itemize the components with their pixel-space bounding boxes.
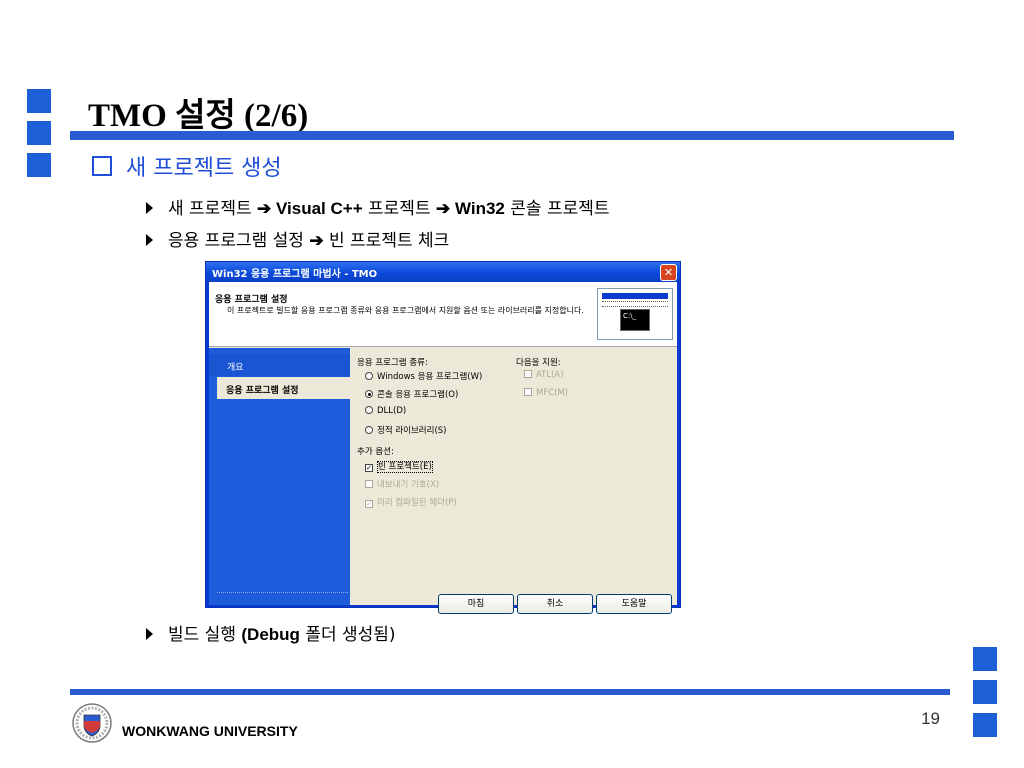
triangle-bullet-icon bbox=[146, 202, 153, 214]
help-button[interactable]: 도움말 bbox=[596, 594, 672, 614]
dialog-body: 응용 프로그램 설정 이 프로젝트로 빌드할 응용 프로그램 종류와 응용 프로… bbox=[209, 282, 677, 614]
nav-item-label: 응용 프로그램 설정 bbox=[226, 386, 299, 396]
checkbox-icon bbox=[524, 388, 532, 396]
bullet-item: 빌드 실행 (Debug 폴더 생성됨) bbox=[146, 620, 396, 645]
radio-dll[interactable]: DLL(D) bbox=[365, 406, 406, 416]
checkbox-label: 빈 프로젝트(E) bbox=[377, 461, 433, 473]
wizard-dialog: Win32 응용 프로그램 마법사 - TMO ✕ 응용 프로그램 설정 이 프… bbox=[205, 261, 681, 614]
finish-button[interactable]: 마침 bbox=[438, 594, 514, 614]
settings-pane: 응용 프로그램 종류: Windows 응용 프로그램(W) 콘솔 응용 프로그… bbox=[350, 348, 677, 614]
checkmark-icon: ✓ bbox=[365, 464, 373, 472]
arrow-icon: ➔ bbox=[309, 231, 324, 250]
checkbox-empty-project[interactable]: ✓ 빈 프로젝트(E) bbox=[365, 460, 433, 473]
bullet-text: 빈 프로젝트 체크 bbox=[323, 231, 450, 251]
radio-windows-app[interactable]: Windows 응용 프로그램(W) bbox=[365, 370, 482, 382]
deco-square-right-1 bbox=[973, 647, 997, 671]
console-window-icon: C:\_ bbox=[597, 288, 673, 340]
app-type-label: 응용 프로그램 종류: bbox=[357, 358, 428, 368]
radio-console-app[interactable]: 콘솔 응용 프로그램(O) bbox=[365, 388, 458, 400]
checkbox-label: MFC(M) bbox=[536, 388, 569, 398]
deco-square-left-2 bbox=[27, 121, 51, 145]
slide-title: TMO 설정 (2/6) bbox=[88, 98, 309, 134]
radio-static-lib[interactable]: 정적 라이브러리(S) bbox=[365, 424, 446, 436]
bullet-text: 응용 프로그램 설정 bbox=[168, 231, 310, 251]
checkbox-icon bbox=[524, 370, 532, 378]
radio-label: 콘솔 응용 프로그램(O) bbox=[377, 390, 459, 400]
close-icon[interactable]: ✕ bbox=[660, 264, 677, 281]
bullet-text: 폴더 생성됨) bbox=[299, 625, 396, 645]
support-label: 다음을 지원: bbox=[516, 358, 561, 368]
checkmark-icon: ✓ bbox=[365, 500, 373, 508]
checkbox-mfc[interactable]: MFC(M) bbox=[524, 388, 568, 398]
nav-item-label: 개요 bbox=[227, 363, 244, 373]
header-title: 응용 프로그램 설정 bbox=[215, 295, 288, 305]
console-icon-text: C:\_ bbox=[620, 309, 650, 331]
footer-rule bbox=[70, 689, 950, 695]
title-rule bbox=[70, 131, 954, 140]
bullet-text: 새 프로젝트 bbox=[168, 199, 258, 219]
deco-square-right-2 bbox=[973, 680, 997, 704]
bullet-bold-text: (Debug bbox=[241, 625, 300, 644]
bullet-item: 새 프로젝트 ➔ Visual C++ 프로젝트 ➔ Win32 콘솔 프로젝트 bbox=[146, 194, 610, 219]
section-heading-text: 새 프로젝트 생성 bbox=[126, 156, 282, 181]
bullet-item: 응용 프로그램 설정 ➔ 빈 프로젝트 체크 bbox=[146, 226, 449, 251]
footer-university-name: WONKWANG UNIVERSITY bbox=[122, 723, 298, 739]
checkbox-label: ATL(A) bbox=[536, 370, 564, 380]
dialog-titlebar[interactable]: Win32 응용 프로그램 마법사 - TMO ✕ bbox=[206, 262, 680, 282]
checkbox-icon bbox=[365, 480, 373, 488]
deco-square-right-3 bbox=[973, 713, 997, 737]
checkbox-bullet-icon bbox=[92, 156, 112, 176]
header-description: 이 프로젝트로 빌드할 응용 프로그램 종류와 응용 프로그램에서 지원할 옵션… bbox=[227, 306, 584, 315]
wizard-nav: 개요 응용 프로그램 설정 bbox=[209, 348, 350, 605]
bullet-text: 빌드 실행 bbox=[168, 625, 242, 645]
nav-item-overview[interactable]: 개요 bbox=[209, 354, 350, 376]
triangle-bullet-icon bbox=[146, 628, 153, 640]
radio-label: DLL(D) bbox=[377, 406, 407, 416]
deco-square-left-1 bbox=[27, 89, 51, 113]
checkbox-label: 내보내기 기호(X) bbox=[377, 480, 440, 490]
nav-item-app-settings[interactable]: 응용 프로그램 설정 bbox=[217, 377, 350, 399]
university-logo-icon bbox=[72, 703, 112, 743]
bullet-text: 프로젝트 bbox=[362, 199, 436, 219]
page-number: 19 bbox=[921, 709, 940, 728]
checkbox-precompiled-header[interactable]: ✓ 미리 컴파일된 헤더(P) bbox=[365, 496, 457, 508]
nav-divider bbox=[217, 592, 348, 601]
extra-options-label: 추가 옵션: bbox=[357, 447, 394, 457]
radio-selected-icon bbox=[365, 390, 373, 398]
checkbox-export-symbols[interactable]: 내보내기 기호(X) bbox=[365, 478, 439, 490]
cancel-button[interactable]: 취소 bbox=[517, 594, 593, 614]
checkbox-atl[interactable]: ATL(A) bbox=[524, 370, 564, 380]
radio-icon bbox=[365, 426, 373, 434]
radio-label: Windows 응용 프로그램(W) bbox=[377, 372, 483, 382]
arrow-icon: ➔ bbox=[436, 199, 451, 218]
bullet-text: 콘솔 프로젝트 bbox=[504, 199, 610, 219]
bullet-bold-text: Win32 bbox=[450, 199, 505, 218]
triangle-bullet-icon bbox=[146, 234, 153, 246]
dialog-title: Win32 응용 프로그램 마법사 - TMO bbox=[212, 269, 378, 280]
deco-square-left-3 bbox=[27, 153, 51, 177]
radio-icon bbox=[365, 372, 373, 380]
radio-label: 정적 라이브러리(S) bbox=[377, 426, 447, 436]
arrow-icon: ➔ bbox=[257, 199, 272, 218]
dialog-header: 응용 프로그램 설정 이 프로젝트로 빌드할 응용 프로그램 종류와 응용 프로… bbox=[209, 282, 677, 347]
bullet-bold-text: Visual C++ bbox=[271, 199, 363, 218]
checkbox-label: 미리 컴파일된 헤더(P) bbox=[377, 498, 457, 508]
radio-icon bbox=[365, 406, 373, 414]
section-heading: 새 프로젝트 생성 bbox=[92, 150, 282, 182]
